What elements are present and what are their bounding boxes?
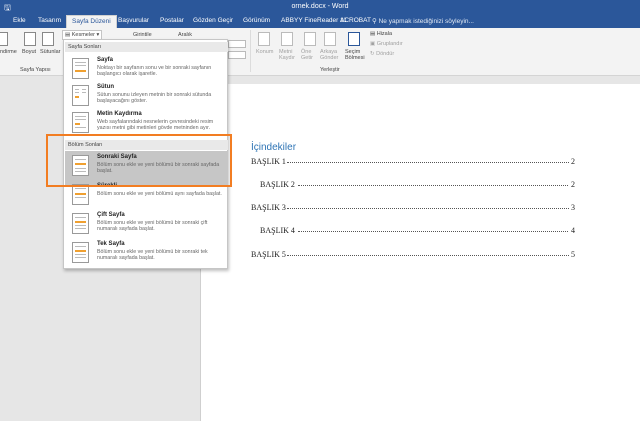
even-page-icon: [72, 213, 89, 234]
toc-leader: [287, 208, 569, 209]
tab-postalar[interactable]: Postalar: [160, 17, 184, 24]
window-title: ornek.docx - Word: [291, 3, 349, 10]
wrap-text-label[interactable]: Metni Kaydır: [279, 49, 301, 61]
tab-acrobat[interactable]: ACROBAT: [340, 17, 371, 24]
tab-gozden-gecir[interactable]: Gözden Geçir: [193, 17, 233, 24]
toc-entry-label: BAŞLIK 2: [260, 180, 295, 189]
chevron-down-icon: ▾: [96, 32, 100, 38]
toc-entry-page: 5: [571, 250, 575, 259]
toc-entry[interactable]: BAŞLIK 4 4: [260, 226, 576, 235]
bring-forward-label[interactable]: Öne Getir: [301, 49, 321, 61]
title-bar: 🖫 ornek.docx - Word: [0, 0, 640, 14]
toc-leader: [287, 162, 569, 163]
continuous-icon: [72, 184, 89, 205]
arrange-group-label: Yerleştir: [320, 67, 340, 73]
bring-forward-icon[interactable]: [304, 32, 316, 46]
rotate-button[interactable]: ↻ Döndür: [370, 51, 394, 57]
align-icon: ▤: [370, 31, 376, 37]
ribbon-divider: [250, 30, 251, 72]
align-button[interactable]: ▤ Hizala: [370, 31, 392, 37]
size-icon[interactable]: [24, 32, 36, 46]
lightbulb-icon: ⚲: [372, 18, 377, 25]
menu-item-title: Sayfa: [97, 57, 114, 63]
columns-label[interactable]: Sütunlar: [40, 49, 61, 55]
toc-entry-page: 4: [571, 226, 575, 235]
menu-item-title: Çift Sayfa: [97, 212, 125, 218]
menu-item-title: Metin Kaydırma: [97, 111, 142, 117]
spacing-before-field[interactable]: [228, 40, 246, 48]
odd-page-icon: [72, 242, 89, 263]
toc-title: İçindekiler: [251, 142, 297, 153]
tell-me-box[interactable]: ⚲ Ne yapmak istediğinizi söyleyin...: [372, 17, 474, 25]
tab-abbyy[interactable]: ABBYY FineReader 11: [281, 17, 347, 24]
ribbon-tabs: Ekle Tasarım Sayfa Düzeni Başvurular Pos…: [0, 14, 640, 28]
menu-item-text-wrapping[interactable]: Metin Kaydırma Web sayfalarındaki nesnel…: [65, 108, 228, 136]
toc-entry-page: 2: [571, 180, 575, 189]
selection-pane-icon[interactable]: [348, 32, 360, 46]
menu-item-desc: Bölüm sonu ekle ve yeni bölümü aynı sayf…: [97, 191, 222, 197]
send-backward-label[interactable]: Arkaya Gönder: [320, 49, 344, 61]
menu-item-title: Tek Sayfa: [97, 241, 125, 247]
toc-leader: [298, 185, 568, 186]
orientation-label[interactable]: ndirme: [0, 49, 17, 55]
orientation-icon[interactable]: [0, 32, 8, 46]
toc-entry-page: 3: [571, 203, 575, 212]
selection-pane-label[interactable]: Seçim Bölmesi: [345, 49, 367, 61]
tab-ekle[interactable]: Ekle: [13, 17, 26, 24]
column-break-icon: [72, 85, 89, 106]
indent-label: Girintile: [133, 32, 152, 38]
menu-item-desc: Web sayfalarındaki nesnelerin çevresinde…: [97, 119, 214, 132]
toc-entry-label: BAŞLIK 3: [251, 203, 286, 212]
menu-item-title: Sütun: [97, 84, 114, 90]
columns-icon[interactable]: [42, 32, 54, 46]
text-wrapping-icon: [72, 112, 89, 133]
group-button[interactable]: ▣ Gruplandır: [370, 41, 403, 47]
page-break-icon: [72, 58, 89, 79]
tab-sayfa-duzeni[interactable]: Sayfa Düzeni: [66, 15, 117, 28]
breaks-icon: ▤: [65, 32, 71, 38]
wrap-text-icon[interactable]: [281, 32, 293, 46]
menu-item-odd-page[interactable]: Tek Sayfa Bölüm sonu ekle ve yeni bölümü…: [65, 238, 228, 272]
tab-tasarim[interactable]: Tasarım: [38, 17, 61, 24]
toc-entry-label: BAŞLIK 1: [251, 157, 286, 166]
send-backward-icon[interactable]: [324, 32, 336, 46]
toc-entry[interactable]: BAŞLIK 3 3: [251, 203, 576, 212]
page-setup-group-label: Sayfa Yapısı: [20, 67, 51, 73]
page-breaks-header: Sayfa Sonları: [65, 42, 228, 52]
position-icon[interactable]: [258, 32, 270, 46]
position-label[interactable]: Konum: [256, 49, 273, 55]
spacing-after-field[interactable]: [228, 51, 246, 59]
toc-entry-label: BAŞLIK 4: [260, 226, 295, 235]
tab-gorunum[interactable]: Görünüm: [243, 17, 270, 24]
highlight-box: [46, 134, 232, 187]
menu-item-desc: Noktayı bir sayfanın sonu ve bir sonraki…: [97, 65, 212, 78]
toc-leader: [287, 255, 569, 256]
group-icon: ▣: [370, 41, 376, 47]
toc-entry[interactable]: BAŞLIK 1 2: [251, 157, 576, 166]
size-label[interactable]: Boyut: [22, 49, 36, 55]
spacing-label: Aralık: [178, 32, 193, 38]
menu-item-desc: Bölüm sonu ekle ve yeni bölümü bir sonra…: [97, 249, 208, 262]
toc-entry[interactable]: BAŞLIK 2 2: [260, 180, 576, 189]
menu-item-desc: Sütun sonunu izleyen metnin bir sonraki …: [97, 92, 212, 105]
tab-basvurular[interactable]: Başvurular: [118, 17, 149, 24]
rotate-icon: ↻: [370, 51, 375, 57]
toc-entry-page: 2: [571, 157, 575, 166]
toc-entry[interactable]: BAŞLIK 5 5: [251, 250, 576, 259]
menu-item-desc: Bölüm sonu ekle ve yeni bölümü bir sonra…: [97, 220, 208, 233]
toc-entry-label: BAŞLIK 5: [251, 250, 286, 259]
toc-leader: [298, 231, 568, 232]
